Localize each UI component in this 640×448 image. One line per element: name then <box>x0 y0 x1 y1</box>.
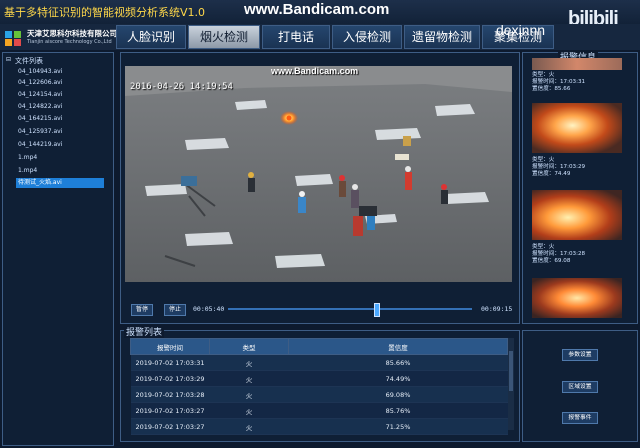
column-header-time[interactable]: 报警时间 <box>130 338 210 355</box>
alarm-type: 类型：火 <box>532 244 555 250</box>
column-header-type[interactable]: 类型 <box>209 338 289 355</box>
pause-button[interactable]: 暂停 <box>131 304 153 316</box>
cell-confidence: 74.49% <box>288 370 508 387</box>
cell-confidence: 85.66% <box>288 354 508 371</box>
alarm-list-scroll-thumb[interactable] <box>509 351 513 391</box>
app-title: 基于多特征识别的智能视频分析系统V1.0 <box>4 6 206 19</box>
tab-left-object-detection[interactable]: 遗留物检测 <box>404 25 480 49</box>
cell-time: 2019-07-02 17:03:31 <box>130 354 210 371</box>
file-item[interactable]: 04_125937.avi <box>18 127 104 137</box>
construction-site-scene <box>125 66 512 282</box>
recorder-watermark: www.Bandicam.com <box>244 1 390 18</box>
alarm-type: 类型：火 <box>532 72 555 78</box>
tab-smoke-fire-detection[interactable]: 烟火检测 <box>188 25 260 49</box>
file-item[interactable]: 04_164215.avi <box>18 114 104 124</box>
video-watermark: www.Bandicam.com <box>271 66 359 76</box>
file-item[interactable]: 04_124154.avi <box>18 90 104 100</box>
file-item-selected[interactable]: 待测试_火焰.avi <box>16 178 104 188</box>
seek-slider-thumb[interactable] <box>373 303 380 317</box>
stop-button[interactable]: 停止 <box>164 304 186 316</box>
cell-time: 2019-07-02 17:03:28 <box>130 386 210 403</box>
file-item[interactable]: 04_144219.avi <box>18 140 104 150</box>
seek-slider[interactable] <box>228 308 472 310</box>
tab-face-recognition[interactable]: 人脸识别 <box>116 25 186 49</box>
file-item[interactable]: 1.mp4 <box>18 166 104 176</box>
cell-type: 火 <box>209 370 289 387</box>
alarm-snapshot <box>532 58 622 70</box>
cell-confidence: 71.25% <box>288 418 508 435</box>
region-settings-button[interactable]: 区域设置 <box>562 381 598 393</box>
tab-phone-call[interactable]: 打电话 <box>262 25 330 49</box>
alarm-events-button[interactable]: 报警事件 <box>562 412 598 424</box>
file-item[interactable]: 04_122606.avi <box>18 78 104 88</box>
cell-time: 2019-07-02 17:03:27 <box>130 418 210 435</box>
cell-confidence: 69.08% <box>288 386 508 403</box>
alarm-confidence: 置信度：69.08 <box>532 258 571 264</box>
alarm-snapshot <box>532 278 622 318</box>
file-item[interactable]: 1.mp4 <box>18 153 104 163</box>
alarm-snapshot <box>532 190 622 240</box>
tab-intrusion-detection[interactable]: 入侵检测 <box>332 25 402 49</box>
alarm-confidence: 置信度：85.66 <box>532 86 571 92</box>
video-timestamp: 2016-04-26 14:19:54 <box>130 82 233 92</box>
file-item[interactable]: 04_124822.avi <box>18 102 104 112</box>
alarm-time: 报警时间：17:03:31 <box>532 79 586 85</box>
cell-type: 火 <box>209 402 289 419</box>
company-name: 天津艾思科尔科技有限公司 <box>27 29 117 38</box>
company-block: 天津艾思科尔科技有限公司 Tianjin aiscore Technology … <box>4 27 117 49</box>
alarm-type: 类型：火 <box>532 157 555 163</box>
table-row[interactable]: 2019-07-02 17:03:28 火 69.08% <box>130 386 508 403</box>
file-list-title: 文件列表 <box>15 57 43 65</box>
alarm-time: 报警时间：17:03:29 <box>532 164 586 170</box>
current-time: 00:05:40 <box>193 305 225 313</box>
cell-type: 火 <box>209 386 289 403</box>
alarm-confidence: 置信度：74.49 <box>532 171 571 177</box>
alarm-list-title: 报警列表 <box>124 325 165 338</box>
file-item[interactable]: 04_104943.avi <box>18 67 104 77</box>
column-header-confidence[interactable]: 置信度 <box>288 338 508 355</box>
alarm-snapshot <box>532 103 622 153</box>
collapse-icon[interactable]: ⊟ <box>6 56 11 63</box>
total-time: 00:09:15 <box>481 305 513 313</box>
company-logo-icon <box>5 31 21 46</box>
company-english-name: Tianjin aiscore Technology Co.,Ltd <box>27 39 112 45</box>
param-settings-button[interactable]: 参数设置 <box>562 349 598 361</box>
alarm-table: 报警时间 类型 置信度 2019-07-02 17:03:31 火 85.66%… <box>130 338 508 435</box>
video-frame[interactable]: www.Bandicam.com 2016-04-26 14:19:54 <box>125 66 512 282</box>
table-row[interactable]: 2019-07-02 17:03:31 火 85.66% <box>130 354 508 371</box>
table-row[interactable]: 2019-07-02 17:03:27 火 85.76% <box>130 402 508 419</box>
cell-type: 火 <box>209 354 289 371</box>
cell-type: 火 <box>209 418 289 435</box>
uploader-watermark: dexinnn <box>496 22 546 38</box>
cell-time: 2019-07-02 17:03:27 <box>130 402 210 419</box>
table-row[interactable]: 2019-07-02 17:03:27 火 71.25% <box>130 418 508 435</box>
alarm-time: 报警时间：17:03:28 <box>532 251 586 257</box>
table-row[interactable]: 2019-07-02 17:03:29 火 74.49% <box>130 370 508 387</box>
cell-time: 2019-07-02 17:03:29 <box>130 370 210 387</box>
cell-confidence: 85.76% <box>288 402 508 419</box>
